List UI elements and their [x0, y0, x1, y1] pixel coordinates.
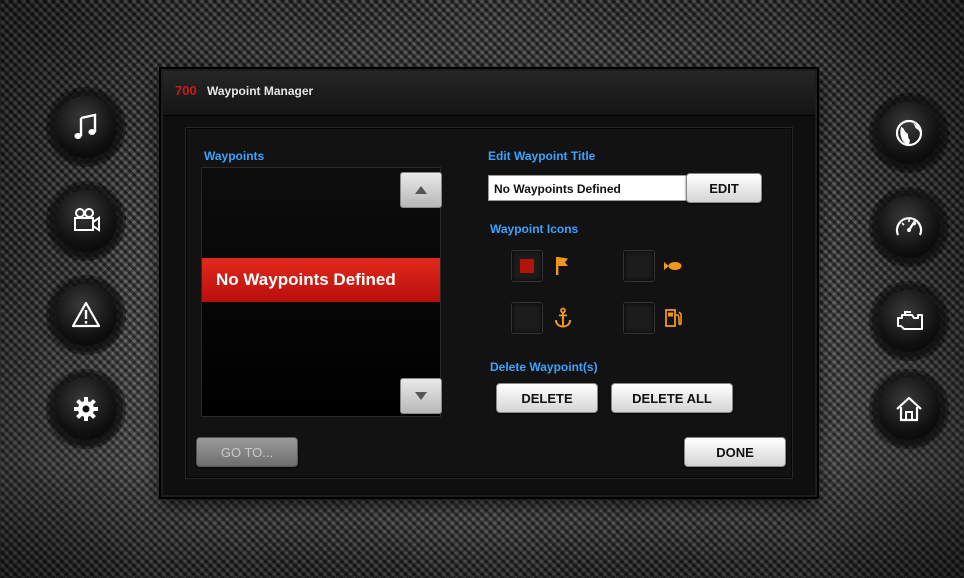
music-icon [74, 113, 97, 139]
dialog-content: Waypoints No Waypoints Defined Edit Wayp… [161, 69, 813, 493]
list-item[interactable]: No Waypoints Defined [202, 258, 440, 302]
delete-button[interactable]: DELETE [496, 383, 598, 413]
waypoints-label: Waypoints [204, 149, 265, 163]
flag-icon-checkbox[interactable] [511, 250, 543, 282]
delete-all-button[interactable]: DELETE ALL [611, 383, 733, 413]
edit-waypoint-title-label: Edit Waypoint Title [488, 149, 596, 163]
gauges-button[interactable] [878, 196, 940, 258]
edit-button[interactable]: EDIT [686, 173, 762, 203]
flag-icon [556, 257, 568, 275]
delete-waypoints-label: Delete Waypoint(s) [490, 360, 598, 374]
home-icon [896, 396, 922, 422]
video-button[interactable] [55, 190, 117, 252]
settings-gear-icon [74, 397, 98, 421]
engine-icon [897, 311, 923, 330]
scroll-down-button[interactable] [400, 378, 442, 414]
arrow-up-icon [415, 186, 427, 194]
anchor-icon [555, 307, 571, 328]
fuel-icon-checkbox[interactable] [623, 302, 655, 334]
music-button[interactable] [55, 96, 117, 158]
warning-icon [71, 301, 101, 328]
globe-icon [895, 119, 923, 147]
engine-button[interactable] [878, 290, 940, 352]
go-to-button[interactable]: GO TO... [196, 437, 298, 467]
scroll-up-button[interactable] [400, 172, 442, 208]
navigation-button[interactable] [878, 102, 940, 164]
checked-indicator [520, 259, 534, 273]
waypoint-list[interactable]: No Waypoints Defined [201, 167, 442, 417]
fish-icon-checkbox[interactable] [623, 250, 655, 282]
arrow-down-icon [415, 392, 427, 400]
speedometer-icon [895, 217, 923, 236]
waypoint-title-field[interactable]: No Waypoints Defined [488, 175, 688, 201]
fuel-pump-icon [665, 309, 682, 327]
done-button[interactable]: DONE [684, 437, 786, 467]
fish-icon [664, 262, 682, 270]
waypoint-icons-label: Waypoint Icons [490, 222, 579, 236]
settings-button[interactable] [55, 378, 117, 440]
video-camera-icon [74, 208, 100, 232]
alerts-button[interactable] [55, 284, 117, 346]
anchor-icon-checkbox[interactable] [511, 302, 543, 334]
home-button[interactable] [878, 378, 940, 440]
